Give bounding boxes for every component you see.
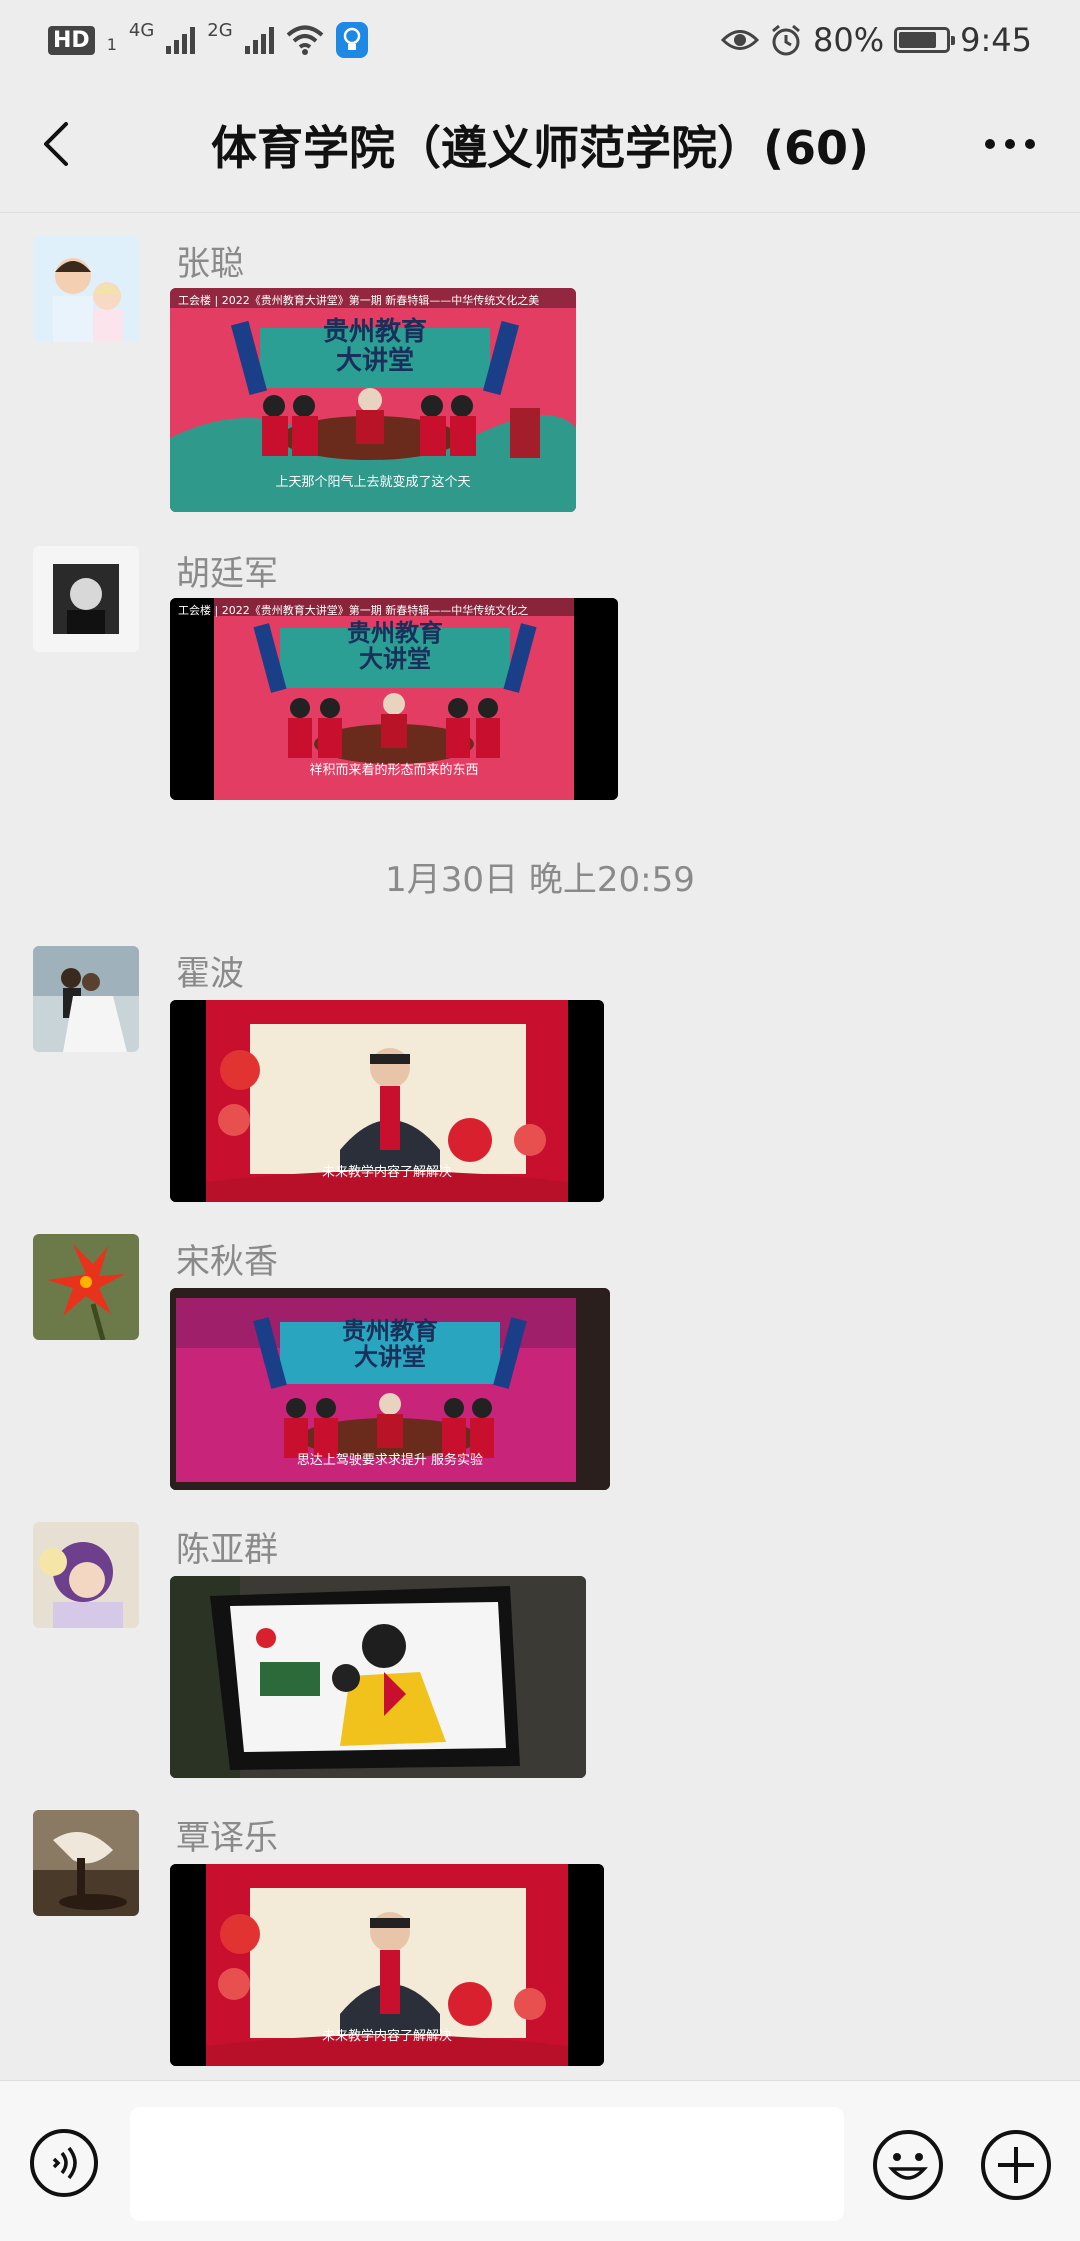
- sender-name: 张聪: [176, 244, 244, 284]
- message-input[interactable]: [130, 2107, 844, 2221]
- wifi-icon: [286, 25, 324, 55]
- chat-title: 体育学院（遵义师范学院）(60): [210, 121, 870, 175]
- sender-name: 陈亚群: [176, 1530, 278, 1570]
- lightbulb-icon: [335, 22, 368, 58]
- network-2g-label: 2G: [207, 19, 233, 41]
- video-title: 工会楼 | 2022《贵州教育大讲堂》第一期 新春特辑——中华传统文化之美: [178, 294, 540, 307]
- video-message[interactable]: 未来教学内容了解解决: [170, 1864, 604, 2066]
- avatar[interactable]: [33, 546, 139, 652]
- video-message[interactable]: 贵州教育 大讲堂 思达上驾驶要求求提升 服务实验: [170, 1288, 610, 1490]
- input-bar: [0, 2080, 1080, 2241]
- video-caption: 祥积而来着的形态而来的东西: [309, 763, 479, 778]
- video-scroll-title: 贵州教育 大讲堂: [347, 618, 443, 674]
- back-arrow-icon[interactable]: [30, 114, 90, 174]
- video-caption: 未来教学内容了解解决: [321, 2029, 452, 2044]
- sender-name: 胡廷军: [176, 554, 278, 594]
- video-message[interactable]: 未来教学内容了解解决: [170, 1000, 604, 1202]
- sender-name: 覃译乐: [176, 1818, 278, 1858]
- clock: 9:45: [960, 21, 1032, 59]
- battery-fill: [899, 32, 937, 48]
- sim-1-label: 1: [106, 34, 117, 54]
- sender-name: 霍波: [176, 954, 244, 994]
- video-caption: 上天那个阳气上去就变成了这个天: [275, 475, 471, 490]
- signal-icon-2: [244, 26, 274, 54]
- video-title: 工会楼 | 2022《贵州教育大讲堂》第一期 新春特辑——中华传统文化之: [178, 604, 529, 617]
- avatar[interactable]: [33, 1810, 139, 1916]
- sender-name: 宋秋香: [176, 1242, 278, 1282]
- signal-icon: [166, 26, 196, 54]
- avatar[interactable]: [33, 236, 139, 342]
- video-scroll-title: 贵州教育 大讲堂: [342, 1316, 438, 1372]
- video-scroll-title: 贵州教育 大讲堂: [322, 317, 427, 376]
- eye-icon: [721, 30, 760, 50]
- video-caption: 未来教学内容了解解决: [321, 1165, 452, 1180]
- video-caption: 思达上驾驶要求求提升 服务实验: [296, 1453, 484, 1468]
- avatar[interactable]: [33, 1522, 139, 1628]
- chat-header: 体育学院（遵义师范学院）(60): [0, 82, 1080, 213]
- alarm-icon: [772, 24, 800, 56]
- video-message[interactable]: [170, 1576, 586, 1778]
- plus-icon[interactable]: [978, 2127, 1054, 2203]
- battery-percent: 80%: [813, 21, 885, 59]
- battery-icon: [894, 27, 956, 53]
- avatar[interactable]: [33, 946, 139, 1052]
- emoji-icon[interactable]: [870, 2127, 946, 2203]
- video-message[interactable]: 贵州教育 大讲堂 工会楼 | 2022《贵州教育大讲堂》第一期 新春特辑——中华…: [170, 598, 618, 800]
- voice-icon[interactable]: [28, 2127, 100, 2199]
- avatar[interactable]: [33, 1234, 139, 1340]
- more-dots-icon[interactable]: [970, 114, 1050, 174]
- chat-timestamp: 1月30日 晚上20:59: [385, 860, 695, 900]
- hd-badge: HD: [48, 25, 95, 55]
- status-bar: HD 1 4G 2G 80% 9:45: [0, 0, 1080, 82]
- network-4g-label: 4G: [128, 19, 155, 41]
- video-message[interactable]: 贵州教育 大讲堂 工会楼 | 2022《贵州教育大讲堂》第一期 新春特辑——中华…: [170, 288, 576, 512]
